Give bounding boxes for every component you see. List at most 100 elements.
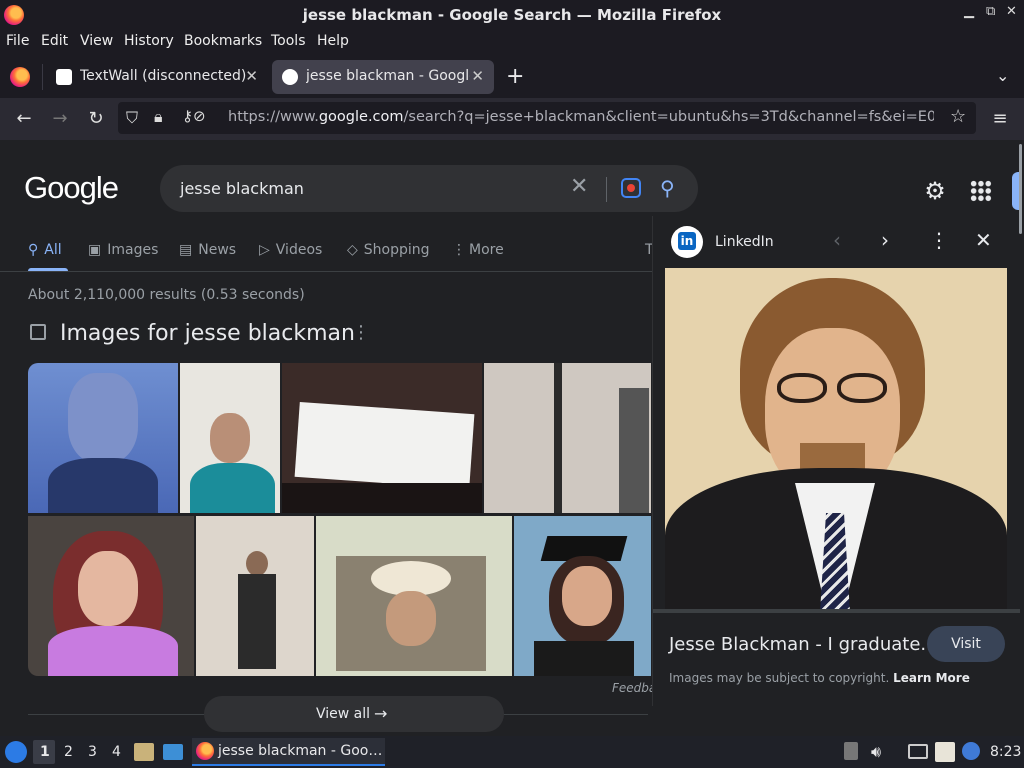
app-menu-icon[interactable] xyxy=(5,741,27,763)
tab-textwall[interactable]: TextWall (disconnected) ✕ xyxy=(46,60,268,94)
menu-bar: File Edit View History Bookmarks Tools H… xyxy=(0,30,1024,52)
workspace-2[interactable]: 2 xyxy=(64,744,73,760)
tab-more-label: More xyxy=(469,242,504,258)
search-icon: ⚲ xyxy=(28,242,39,258)
learn-more-link[interactable]: Learn More xyxy=(893,671,970,685)
new-tab-icon[interactable]: + xyxy=(506,64,524,89)
panel-divider xyxy=(653,609,1020,613)
menu-history[interactable]: History xyxy=(124,33,174,49)
textwall-favicon-icon xyxy=(56,69,72,85)
tab-news[interactable]: ▤ News xyxy=(179,242,236,258)
menu-bookmarks[interactable]: Bookmarks xyxy=(184,33,262,49)
google-logo[interactable]: Google xyxy=(24,170,119,206)
google-lens-icon[interactable] xyxy=(621,178,641,198)
minimize-icon[interactable]: ▁ xyxy=(964,4,974,19)
tab-images-label: Images xyxy=(107,242,159,258)
image-result[interactable] xyxy=(180,363,280,513)
menu-file[interactable]: File xyxy=(6,33,29,49)
clear-search-icon[interactable]: ✕ xyxy=(570,174,588,199)
reload-icon[interactable]: ↻ xyxy=(84,107,108,131)
workspace-1[interactable]: 1 xyxy=(40,744,50,760)
images-section-heading[interactable]: Images for jesse blackman xyxy=(60,321,355,346)
file-manager-icon[interactable] xyxy=(134,743,154,761)
window-title: jesse blackman - Google Search — Mozilla… xyxy=(302,6,722,24)
tab-shopping[interactable]: ◇ Shopping xyxy=(347,242,430,258)
lock-icon[interactable]: 🔒︎ xyxy=(154,107,163,127)
firefox-icon xyxy=(196,742,214,760)
hamburger-menu-icon[interactable]: ≡ xyxy=(988,107,1012,131)
copyright-text: Images may be subject to copyright. xyxy=(669,671,890,685)
view-all-button[interactable]: View all → xyxy=(204,696,504,732)
image-result[interactable] xyxy=(316,516,512,676)
image-result[interactable] xyxy=(282,363,482,513)
taskbar: 1 2 3 4 jesse blackman - Goo… 🔊︎ 8:23 xyxy=(0,736,1024,768)
workspace-4[interactable]: 4 xyxy=(112,744,121,760)
volume-icon[interactable]: 🔊︎ xyxy=(871,742,881,762)
more-options-icon[interactable]: ⋮ xyxy=(929,228,949,252)
visit-button[interactable]: Visit xyxy=(927,626,1005,662)
tab-all-label: All xyxy=(44,242,62,258)
menu-tools[interactable]: Tools xyxy=(271,33,306,49)
url-text[interactable]: https://www.google.com/search?q=jesse+bl… xyxy=(228,109,934,125)
updates-icon[interactable] xyxy=(844,742,858,760)
search-input[interactable]: jesse blackman xyxy=(180,179,304,198)
image-icon xyxy=(30,324,46,340)
previous-chevron-icon[interactable]: ‹ xyxy=(833,228,841,252)
firefox-view-icon[interactable] xyxy=(10,67,30,87)
image-result[interactable] xyxy=(484,363,651,513)
tag-icon: ◇ xyxy=(347,242,358,258)
search-icon[interactable]: ⚲ xyxy=(660,176,675,200)
preview-title[interactable]: Jesse Blackman - I graduate... xyxy=(669,634,938,655)
google-apps-icon[interactable] xyxy=(970,180,992,202)
tab-google-search[interactable]: jesse blackman - Google ✕ xyxy=(272,60,494,94)
image-result[interactable] xyxy=(28,516,194,676)
permissions-icon[interactable]: ⚷⊘ xyxy=(182,107,206,125)
arrow-right-icon: → xyxy=(374,704,388,723)
tab-more[interactable]: ⋮ More xyxy=(452,242,504,258)
next-chevron-icon[interactable]: › xyxy=(881,228,889,252)
tab-news-label: News xyxy=(198,242,237,258)
image-result[interactable] xyxy=(28,363,178,513)
shield-icon[interactable]: ⛉ xyxy=(126,108,138,128)
source-name[interactable]: LinkedIn xyxy=(715,234,774,250)
search-box[interactable]: jesse blackman ✕ ⚲ xyxy=(160,165,698,212)
result-stats: About 2,110,000 results (0.53 seconds) xyxy=(28,287,305,303)
feedback-link[interactable]: Feedba xyxy=(612,681,656,695)
menu-help[interactable]: Help xyxy=(317,33,349,49)
tab-shopping-label: Shopping xyxy=(363,242,430,258)
menu-edit[interactable]: Edit xyxy=(41,33,68,49)
network-icon[interactable] xyxy=(908,744,928,759)
image-result[interactable] xyxy=(196,516,314,676)
close-tab-icon[interactable]: ✕ xyxy=(471,67,484,85)
close-window-icon[interactable]: ✕ xyxy=(1006,4,1017,19)
image-result[interactable] xyxy=(514,516,651,676)
clipboard-icon[interactable] xyxy=(935,742,955,762)
clock[interactable]: 8:23 xyxy=(990,744,1021,760)
menu-view[interactable]: View xyxy=(80,33,113,49)
image-icon: ▣ xyxy=(88,242,102,258)
workspace-3[interactable]: 3 xyxy=(88,744,97,760)
settings-gear-icon[interactable]: ⚙ xyxy=(922,178,948,204)
close-tab-icon[interactable]: ✕ xyxy=(245,67,258,85)
tab-videos-label: Videos xyxy=(275,242,323,258)
web-page: Google jesse blackman ✕ ⚲ ⚙ ⚲ All ▣ Images… xyxy=(0,140,1020,736)
tab-images[interactable]: ▣ Images xyxy=(88,242,158,258)
close-panel-icon[interactable]: ✕ xyxy=(975,228,992,252)
notification-icon[interactable] xyxy=(962,742,980,760)
restore-icon[interactable]: ⧉ xyxy=(986,4,995,19)
navigation-toolbar: ← → ↻ ⛉ 🔒︎ ⚷⊘ https://www.google.com/sea… xyxy=(0,98,1024,140)
url-bar[interactable]: ⛉ 🔒︎ ⚷⊘ https://www.google.com/search?q=… xyxy=(118,102,976,134)
window-titlebar: jesse blackman - Google Search — Mozilla… xyxy=(0,0,1024,30)
scrollbar-thumb[interactable] xyxy=(1019,144,1022,234)
view-all-label: View all xyxy=(316,706,371,722)
taskbar-window-firefox[interactable]: jesse blackman - Goo… xyxy=(192,738,385,766)
tab-all[interactable]: ⚲ All xyxy=(28,242,62,258)
show-desktop-icon[interactable] xyxy=(163,744,183,760)
tab-videos[interactable]: ▷ Videos xyxy=(259,242,322,258)
forward-arrow-icon[interactable]: → xyxy=(48,107,72,131)
back-arrow-icon[interactable]: ← xyxy=(12,107,36,131)
preview-image[interactable] xyxy=(665,268,1007,612)
bookmark-star-icon[interactable]: ☆ xyxy=(950,106,966,127)
more-options-icon[interactable]: ⋮ xyxy=(352,322,370,343)
list-tabs-chevron-icon[interactable]: ⌄ xyxy=(996,66,1009,85)
